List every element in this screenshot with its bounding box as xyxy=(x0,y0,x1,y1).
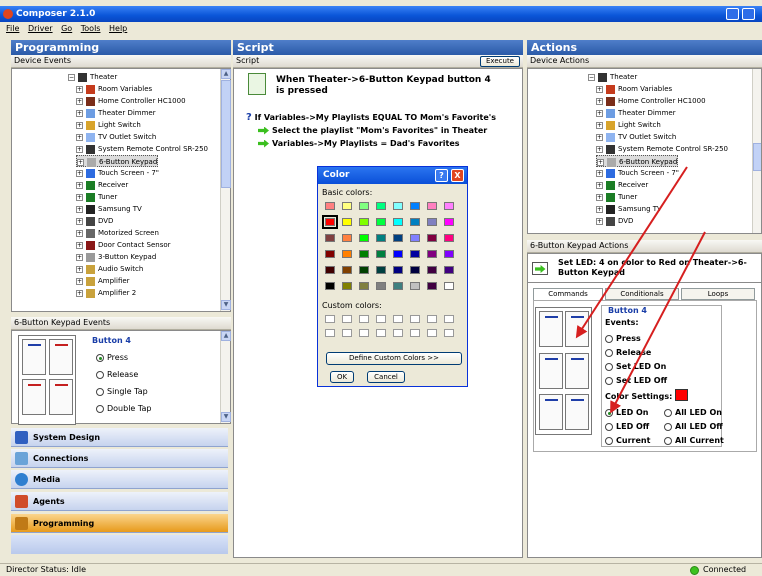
connection-status: Connected xyxy=(703,565,747,574)
connected-icon xyxy=(690,566,699,575)
annotation-arrows xyxy=(575,166,706,414)
director-status: Director Status: Idle xyxy=(6,565,86,574)
arrow-to-keypad-button xyxy=(575,166,688,339)
arrow-to-led-on xyxy=(610,231,706,414)
status-bar: Director Status: Idle Connected xyxy=(0,563,762,576)
